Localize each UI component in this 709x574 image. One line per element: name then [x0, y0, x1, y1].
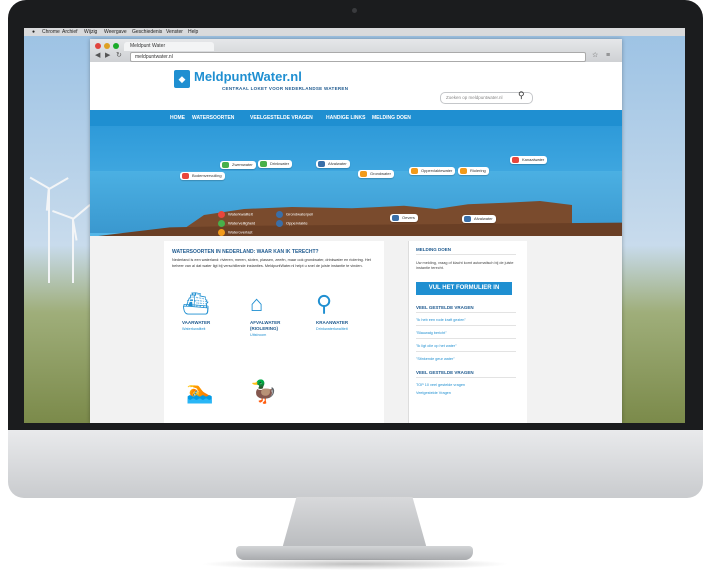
divider: [416, 325, 516, 326]
hero-bubble[interactable]: Oppervlaktewater: [409, 167, 456, 175]
house-icon[interactable]: ⌂: [250, 291, 263, 317]
sidebar-title-faq2: VEEL GESTELDE VRAGEN: [416, 370, 474, 375]
browser-toolbar: Meldpunt Water ◀ ▶ ↻ meldpuntwater.nl ☆ …: [90, 39, 622, 62]
tap-icon[interactable]: ⚲: [316, 291, 332, 317]
category-label[interactable]: VAARWATER: [182, 320, 210, 326]
turbine-blade: [72, 204, 91, 220]
divider: [416, 254, 516, 255]
form-button[interactable]: VUL HET FORMULIER IN: [416, 282, 512, 295]
hero-bubble[interactable]: Oevers: [390, 214, 418, 222]
category-link[interactable]: Waterkwaliteit: [182, 327, 206, 331]
address-bar[interactable]: meldpuntwater.nl: [130, 52, 586, 62]
category-link[interactable]: Drinkwaterkwaliteit: [316, 327, 348, 331]
menu-item[interactable]: Chrome: [42, 29, 60, 35]
section-title: WATERSOORTEN IN NEDERLAND: WAAR KAN IK T…: [172, 249, 319, 255]
hero-bubble[interactable]: Grondwater: [358, 170, 394, 178]
legend-item: Wateroverlast: [218, 229, 253, 236]
menu-item[interactable]: Help: [188, 29, 198, 35]
forward-icon[interactable]: ▶: [105, 52, 110, 60]
nav-watersoorten[interactable]: WATERSOORTEN: [192, 115, 234, 121]
swimmer-icon[interactable]: 🏊: [186, 379, 213, 405]
turbine-blade: [29, 177, 50, 190]
hero-bubble[interactable]: Riolering: [458, 167, 489, 175]
menu-item[interactable]: Venster: [166, 29, 183, 35]
divider: [416, 351, 516, 352]
monitor-stand: [282, 497, 427, 549]
camera-icon: [352, 8, 357, 13]
nav-veelgestelde-vragen[interactable]: VEELGESTELDE VRAGEN: [250, 115, 313, 121]
category-link[interactable]: Uitstroom: [250, 333, 266, 337]
category-label[interactable]: KRAANWATER: [316, 320, 348, 326]
back-icon[interactable]: ◀: [95, 52, 100, 60]
intro-text: Nederland is een waterland: rivieren, me…: [172, 258, 371, 268]
close-icon[interactable]: [95, 43, 101, 49]
hero-bubble[interactable]: Afvalwater: [462, 215, 496, 223]
monitor-chin: [8, 430, 703, 498]
faq-link[interactable]: Veelgestelde Vragen: [416, 391, 451, 395]
legend-item: Grondwaterpeil: [276, 211, 313, 218]
nav-handige-links[interactable]: HANDIGE LINKS: [326, 115, 365, 121]
category-label-sub[interactable]: (RIOLERING): [250, 326, 278, 332]
menu-item[interactable]: Wijzig: [84, 29, 97, 35]
reload-icon[interactable]: ↻: [116, 52, 122, 60]
faq-link[interactable]: "Stinkende geur water": [416, 357, 455, 361]
os-menubar: ● Chrome Archief Wijzig Weergave Geschie…: [24, 28, 685, 36]
site-header: [90, 62, 622, 110]
legend-item: Waterkwaliteit: [218, 211, 253, 218]
sidebar-title-faq: VEEL GESTELDE VRAGEN: [416, 305, 474, 310]
desktop-screen: ● Chrome Archief Wijzig Weergave Geschie…: [24, 28, 685, 423]
site-logo[interactable]: MeldpuntWater.nl: [194, 69, 302, 84]
nav-home[interactable]: HOME: [170, 115, 185, 121]
menu-icon[interactable]: ≡: [606, 52, 610, 60]
divider: [416, 338, 516, 339]
browser-tab[interactable]: Meldpunt Water: [124, 42, 214, 51]
stand-shadow: [200, 558, 510, 570]
faq-link[interactable]: "Ik ligt olie op het water": [416, 344, 456, 348]
sidebar-title-melding: MELDING DOEN: [416, 247, 452, 252]
duck-icon[interactable]: 🦆: [250, 379, 277, 405]
hero-bubble[interactable]: Kanaalwater: [510, 156, 548, 164]
faq-link[interactable]: TOP 10 veel gestelde vragen: [416, 383, 465, 387]
minimize-icon[interactable]: [104, 43, 110, 49]
site-tagline: CENTRAAL LOKET VOOR NEDERLANDSE WATEREN: [222, 86, 349, 91]
divider: [416, 312, 516, 313]
browser-window: Meldpunt Water ◀ ▶ ↻ meldpuntwater.nl ☆ …: [90, 39, 622, 423]
hero-bubble[interactable]: Zwemwater: [220, 161, 256, 169]
apple-icon[interactable]: ●: [32, 29, 35, 35]
menu-item[interactable]: Weergave: [104, 29, 127, 35]
faq-link[interactable]: "Blauwalg bericht": [416, 331, 447, 335]
hero-bubble[interactable]: Bodemvervuiling: [180, 172, 225, 180]
search-icon[interactable]: ⚲: [518, 90, 525, 101]
faq-link[interactable]: "Ik heb een rode kraft gezien": [416, 318, 466, 322]
divider: [416, 377, 516, 378]
nav-melding-doen[interactable]: MELDING DOEN: [372, 115, 411, 121]
star-icon[interactable]: ☆: [592, 52, 598, 60]
menu-item[interactable]: Geschiedenis: [132, 29, 162, 35]
maximize-icon[interactable]: [113, 43, 119, 49]
turbine-blade: [48, 177, 69, 190]
sidebar-text: Uw melding, vraag of klacht komt automat…: [416, 261, 514, 270]
hero-bubble[interactable]: Drinkwater: [258, 160, 293, 168]
legend-item: Oppervlakte: [276, 220, 308, 227]
turbine-blade: [52, 210, 74, 220]
menu-item[interactable]: Archief: [62, 29, 78, 35]
hero-bubble[interactable]: Afvalwater: [316, 160, 350, 168]
main-nav: HOME WATERSOORTEN VEELGESTELDE VRAGEN HA…: [90, 110, 622, 126]
boat-icon[interactable]: ⛴: [182, 291, 210, 317]
legend-item: Waterveiligheid: [218, 220, 255, 227]
logo-drop-icon[interactable]: ◆: [174, 70, 190, 88]
